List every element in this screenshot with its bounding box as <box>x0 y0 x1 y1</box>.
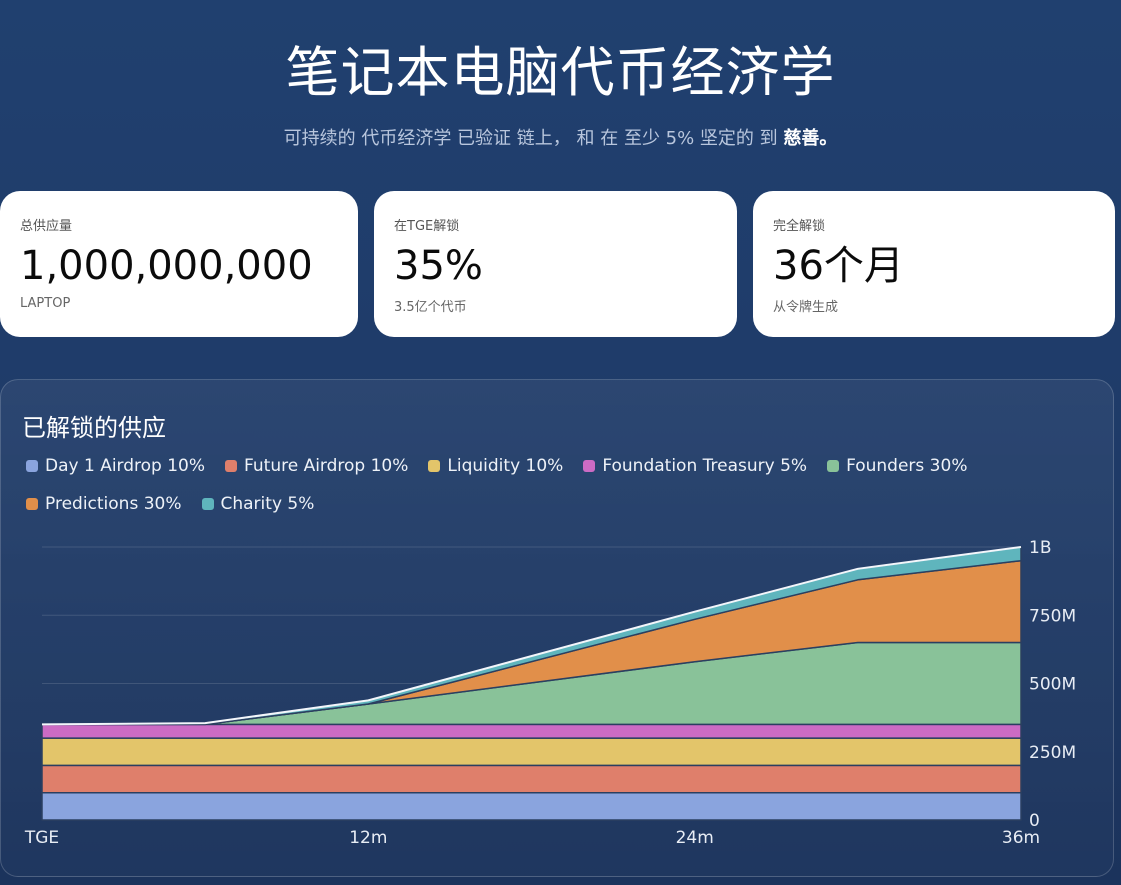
subtitle-highlight: 慈善。 <box>783 128 838 149</box>
x-tick-label: TGE <box>24 828 59 848</box>
area-foundation-treasury-5 <box>41 723 1022 739</box>
card-value: 35% <box>394 243 483 289</box>
legend-swatch <box>827 460 840 472</box>
x-tick-label: 12m <box>349 828 387 848</box>
y-tick-label: 750M <box>1029 606 1076 626</box>
legend-swatch <box>201 498 214 510</box>
legend-item[interactable]: Liquidity 10% <box>428 456 563 476</box>
legend-label: Predictions 30% <box>45 494 182 514</box>
x-tick-label: 36m <box>1002 828 1040 848</box>
page-title: 笔记本电脑代币经济学 <box>285 41 836 104</box>
legend-swatch <box>225 460 238 472</box>
card-note: 从令牌生成 <box>773 300 839 315</box>
card-note: LAPTOP <box>20 296 71 311</box>
card-value: 1,000,000,000 <box>20 243 313 289</box>
legend-label: Day 1 Airdrop 10% <box>45 456 206 476</box>
card-note: 3.5亿个代币 <box>394 300 467 315</box>
card-label: 总供应量 <box>20 219 73 234</box>
page-subtitle: 可持续的 代币经济学 已验证 链上， 和 在 至少 5% 坚定的 到 慈善。 <box>0 124 1121 150</box>
legend-item[interactable]: Foundation Treasury 5% <box>583 456 807 476</box>
unlocked-supply-chart: 0250M500M750M1BTGE 12m 24m 36m <box>24 538 1076 848</box>
legend-label: Liquidity 10% <box>447 456 564 476</box>
legend-label: Charity 5% <box>220 494 315 514</box>
full-unlock-card: 完全解锁 36个月 从令牌生成 <box>753 191 1115 337</box>
y-tick-label: 250M <box>1029 743 1076 763</box>
legend-swatch <box>428 460 441 472</box>
area-future-airdrop-10 <box>41 764 1022 794</box>
card-label: 完全解锁 <box>773 219 826 234</box>
x-tick-label: 24m <box>676 828 714 848</box>
chart-title: 已解锁的供应 <box>22 414 166 442</box>
area-liquidity-10 <box>41 737 1022 767</box>
legend-swatch <box>26 498 38 510</box>
legend-label: Future Airdrop 10% <box>244 456 409 476</box>
area-day-1-airdrop-10 <box>41 791 1022 821</box>
legend-swatch <box>583 460 596 472</box>
legend-swatch <box>26 460 38 472</box>
legend-label: Foundation Treasury 5% <box>602 456 808 476</box>
legend-item[interactable]: Future Airdrop 10% <box>225 456 408 476</box>
legend-item[interactable]: Charity 5% <box>201 494 315 514</box>
subtitle-text: 可持续的 代币经济学 已验证 链上， 和 在 至少 5% 坚定的 到 <box>283 128 784 149</box>
legend-item[interactable]: Founders 30% <box>827 456 967 476</box>
card-label: 在TGE解锁 <box>394 219 460 234</box>
y-tick-label: 500M <box>1029 675 1076 695</box>
legend-label: Founders 30% <box>846 456 968 476</box>
card-value: 36个月 <box>773 243 904 289</box>
tge-unlock-card: 在TGE解锁 35% 3.5亿个代币 <box>374 191 737 337</box>
legend-item[interactable]: Predictions 30% <box>26 494 182 514</box>
legend-item[interactable]: Day 1 Airdrop 10% <box>26 456 205 476</box>
y-tick-label: 1B <box>1029 538 1051 558</box>
chart-legend: Day 1 Airdrop 10% Future Airdrop 10% Liqui… <box>26 456 1096 532</box>
total-supply-card: 总供应量 1,000,000,000 LAPTOP <box>0 191 358 337</box>
